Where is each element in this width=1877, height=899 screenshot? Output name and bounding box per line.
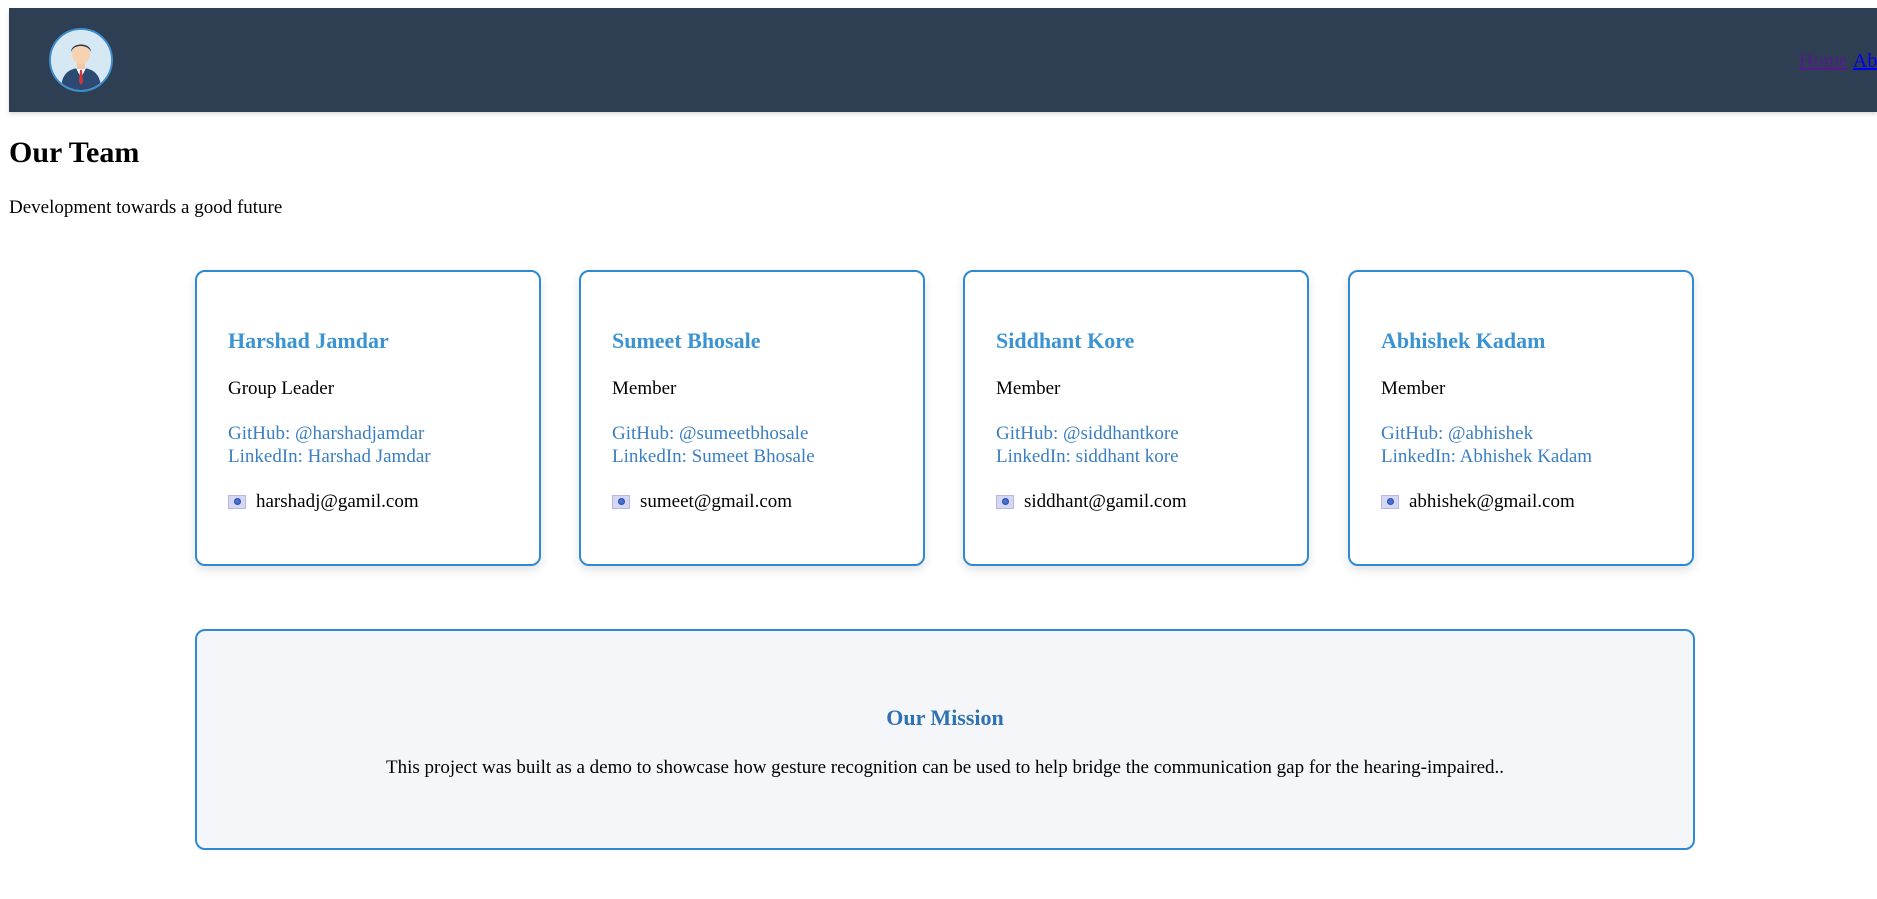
team-card: Siddhant Kore Member GitHub: @siddhantko… xyxy=(963,270,1309,566)
linkedin-link[interactable]: LinkedIn: Abhishek Kadam xyxy=(1381,445,1592,468)
member-name: Siddhant Kore xyxy=(996,328,1135,353)
team-card: Harshad Jamdar Group Leader GitHub: @har… xyxy=(195,270,541,566)
github-link[interactable]: GitHub: @siddhantkore xyxy=(996,422,1179,445)
github-link[interactable]: GitHub: @abhishek xyxy=(1381,422,1592,445)
member-links: GitHub: @siddhantkore LinkedIn: siddhant… xyxy=(996,422,1179,468)
top-navbar: HomeAbout xyxy=(9,8,1877,112)
email-icon xyxy=(996,495,1014,509)
nav-links: HomeAbout xyxy=(1799,50,1877,73)
github-link[interactable]: GitHub: @harshadjamdar xyxy=(228,422,431,445)
linkedin-link[interactable]: LinkedIn: siddhant kore xyxy=(996,445,1179,468)
email-icon xyxy=(612,495,630,509)
mission-panel: Our Mission This project was built as a … xyxy=(195,629,1695,850)
mission-title: Our Mission xyxy=(886,705,1004,730)
member-email[interactable]: abhishek@gmail.com xyxy=(1409,491,1575,513)
linkedin-link[interactable]: LinkedIn: Sumeet Bhosale xyxy=(612,445,815,468)
member-email[interactable]: harshadj@gamil.com xyxy=(256,491,419,513)
member-links: GitHub: @sumeetbhosale LinkedIn: Sumeet … xyxy=(612,422,815,468)
member-email-row: abhishek@gmail.com xyxy=(1381,491,1575,513)
member-email-row: sumeet@gmail.com xyxy=(612,491,792,513)
member-name: Abhishek Kadam xyxy=(1381,328,1546,353)
member-links: GitHub: @harshadjamdar LinkedIn: Harshad… xyxy=(228,422,431,468)
mission-text: This project was built as a demo to show… xyxy=(385,757,1505,778)
team-card: Sumeet Bhosale Member GitHub: @sumeetbho… xyxy=(579,270,925,566)
member-email-row: harshadj@gamil.com xyxy=(228,491,419,513)
member-role: Member xyxy=(996,378,1061,399)
member-email[interactable]: sumeet@gmail.com xyxy=(640,491,792,513)
member-role: Member xyxy=(1381,378,1446,399)
email-icon xyxy=(228,495,246,509)
avatar-logo-icon[interactable] xyxy=(49,28,113,92)
nav-about-link[interactable]: About xyxy=(1853,50,1877,72)
team-card: Abhishek Kadam Member GitHub: @abhishek … xyxy=(1348,270,1694,566)
member-links: GitHub: @abhishek LinkedIn: Abhishek Kad… xyxy=(1381,422,1592,468)
linkedin-link[interactable]: LinkedIn: Harshad Jamdar xyxy=(228,445,431,468)
page-title: Our Team xyxy=(9,136,140,169)
member-name: Sumeet Bhosale xyxy=(612,328,761,353)
member-email-row: siddhant@gamil.com xyxy=(996,491,1187,513)
nav-home-link[interactable]: Home xyxy=(1799,50,1848,72)
page-subtitle: Development towards a good future xyxy=(9,197,283,218)
member-email[interactable]: siddhant@gamil.com xyxy=(1024,491,1187,513)
member-name: Harshad Jamdar xyxy=(228,328,389,353)
email-icon xyxy=(1381,495,1399,509)
member-role: Member xyxy=(612,378,677,399)
member-role: Group Leader xyxy=(228,378,335,399)
github-link[interactable]: GitHub: @sumeetbhosale xyxy=(612,422,815,445)
